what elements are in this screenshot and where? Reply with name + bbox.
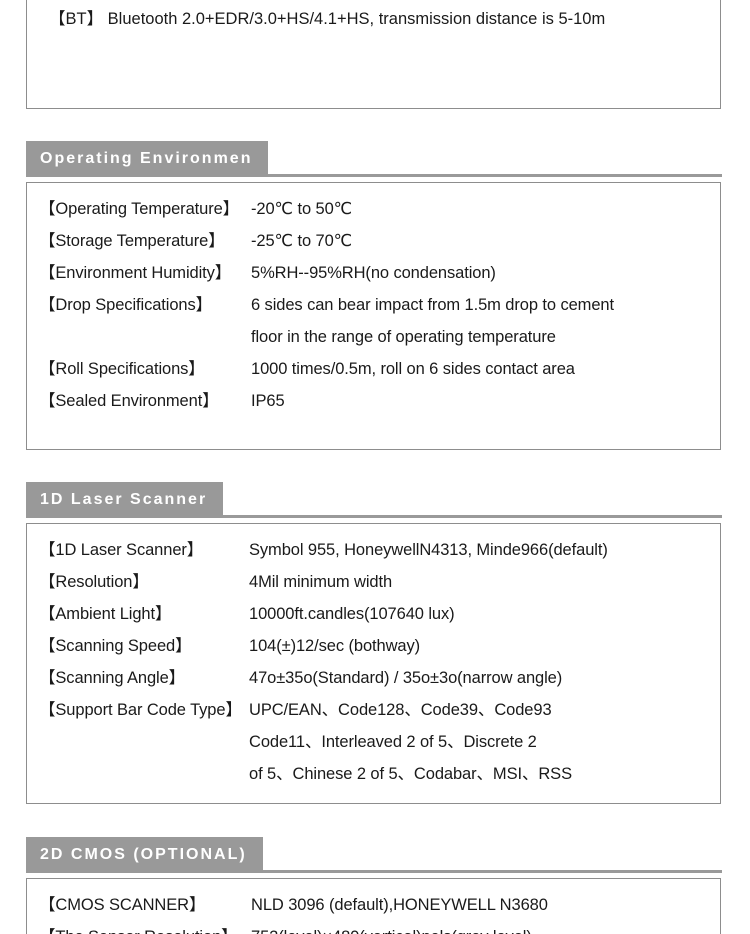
spec-row: 【Scanning Angle】 47o±35o(Standard) / 35o… <box>39 664 720 696</box>
spec-value: Symbol 955, HoneywellN4313, Minde966(def… <box>249 541 608 559</box>
spec-value: floor in the range of operating temperat… <box>251 328 556 346</box>
spec-row: 【Environment Humidity】 5%RH--95%RH(no co… <box>39 259 720 291</box>
spec-value: 4Mil minimum width <box>249 573 393 591</box>
spec-row: 【Support Bar Code Type】 UPC/EAN、Code128、… <box>39 696 720 728</box>
spec-value: of 5、Chinese 2 of 5、Codabar、MSI、RSS <box>249 765 572 783</box>
spec-row-continuation: 【Support Bar Code Type】 Code11、Interleav… <box>39 728 720 760</box>
section-header-2d-cmos-optional: 2D CMOS (OPTIONAL) <box>26 837 722 873</box>
spec-row: 【1D Laser Scanner】 Symbol 955, Honeywell… <box>39 536 720 568</box>
spec-label: 【Sealed Environment】 <box>39 392 219 410</box>
2d-cmos-spec-card: 【CMOS SCANNER】 NLD 3096 (default),HONEYW… <box>26 878 721 934</box>
spec-line-text: 【BT】 Bluetooth 2.0+EDR/3.0+HS/4.1+HS, tr… <box>49 10 606 28</box>
spec-value: 752(level)×480(vertical)pels(grey level) <box>251 928 532 934</box>
spec-row: 【Storage Temperature】 -25℃ to 70℃ <box>39 227 720 259</box>
spec-label: 【1D Laser Scanner】 <box>39 541 204 559</box>
spec-row: 【Ambient Light】 10000ft.candles(107640 l… <box>39 600 720 632</box>
section-tab: 1D Laser Scanner <box>26 482 224 518</box>
spec-label: 【Support Bar Code Type】 <box>39 701 242 719</box>
spec-row: 【Operating Temperature】 -20℃ to 50℃ <box>39 195 720 227</box>
spec-value: 5%RH--95%RH(no condensation) <box>251 264 496 282</box>
spec-value: -20℃ to 50℃ <box>251 200 353 218</box>
section-tab: 2D CMOS (OPTIONAL) <box>26 837 263 873</box>
spec-label: 【Roll Specifications】 <box>39 360 205 378</box>
section-title: 1D Laser Scanner <box>40 491 208 508</box>
spec-value: 6 sides can bear impact from 1.5m drop t… <box>251 296 614 314</box>
spec-row: 【Sealed Environment】 IP65 <box>39 387 720 419</box>
1d-laser-scanner-spec-card: 【1D Laser Scanner】 Symbol 955, Honeywell… <box>26 523 721 804</box>
spec-line: 【BT】 Bluetooth 2.0+EDR/3.0+HS/4.1+HS, tr… <box>39 5 720 40</box>
spec-value: 104(±)12/sec (bothway) <box>249 637 421 655</box>
spec-row-continuation: 【Drop Specifications】 floor in the range… <box>39 323 720 355</box>
spec-row: 【Scanning Speed】 104(±)12/sec (bothway) <box>39 632 720 664</box>
spec-label: 【Environment Humidity】 <box>39 264 232 282</box>
spec-row: 【Roll Specifications】 1000 times/0.5m, r… <box>39 355 720 387</box>
spec-row: 【The Sensor Resolution】 752(level)×480(v… <box>39 923 720 934</box>
spec-row-continuation: 【Support Bar Code Type】 of 5、Chinese 2 o… <box>39 760 720 792</box>
spec-label: 【The Sensor Resolution】 <box>39 923 251 934</box>
spec-value: IP65 <box>251 392 285 410</box>
operating-environment-spec-card: 【Operating Temperature】 -20℃ to 50℃ 【Sto… <box>26 182 721 450</box>
spec-label: 【Scanning Speed】 <box>39 637 192 655</box>
spec-label: 【Ambient Light】 <box>39 605 172 623</box>
spec-value: -25℃ to 70℃ <box>251 232 353 250</box>
spec-value: UPC/EAN、Code128、Code39、Code93 <box>249 701 552 719</box>
section-header-operating-environment: Operating Environmen <box>26 141 722 177</box>
spec-value: NLD 3096 (default),HONEYWELL N3680 <box>251 896 548 914</box>
spec-label: 【Resolution】 <box>39 573 149 591</box>
spec-label: 【Drop Specifications】 <box>39 296 213 314</box>
spec-sheet-page: 1800MHZ,Uplink:1710MHZ-1785MHZ; Downlink… <box>0 0 750 934</box>
spec-value: 1000 times/0.5m, roll on 6 sides contact… <box>251 360 575 378</box>
section-title: Operating Environmen <box>40 150 253 167</box>
spec-value: Code11、Interleaved 2 of 5、Discrete 2 <box>249 733 537 751</box>
section-tab: Operating Environmen <box>26 141 269 177</box>
wireless-spec-card: 1800MHZ,Uplink:1710MHZ-1785MHZ; Downlink… <box>26 0 721 109</box>
spec-row: 【Resolution】 4Mil minimum width <box>39 568 720 600</box>
spec-row: 【Drop Specifications】 6 sides can bear i… <box>39 291 720 323</box>
spec-label: 【CMOS SCANNER】 <box>39 896 206 914</box>
section-header-1d-laser-scanner: 1D Laser Scanner <box>26 482 722 518</box>
spec-value: 10000ft.candles(107640 lux) <box>249 605 455 623</box>
spec-label: 【Scanning Angle】 <box>39 669 186 687</box>
spec-value: 47o±35o(Standard) / 35o±3o(narrow angle) <box>249 669 563 687</box>
spec-label: 【Storage Temperature】 <box>39 232 225 250</box>
section-title: 2D CMOS (OPTIONAL) <box>40 846 247 863</box>
spec-row: 【CMOS SCANNER】 NLD 3096 (default),HONEYW… <box>39 891 720 923</box>
spec-label: 【Operating Temperature】 <box>39 200 240 218</box>
